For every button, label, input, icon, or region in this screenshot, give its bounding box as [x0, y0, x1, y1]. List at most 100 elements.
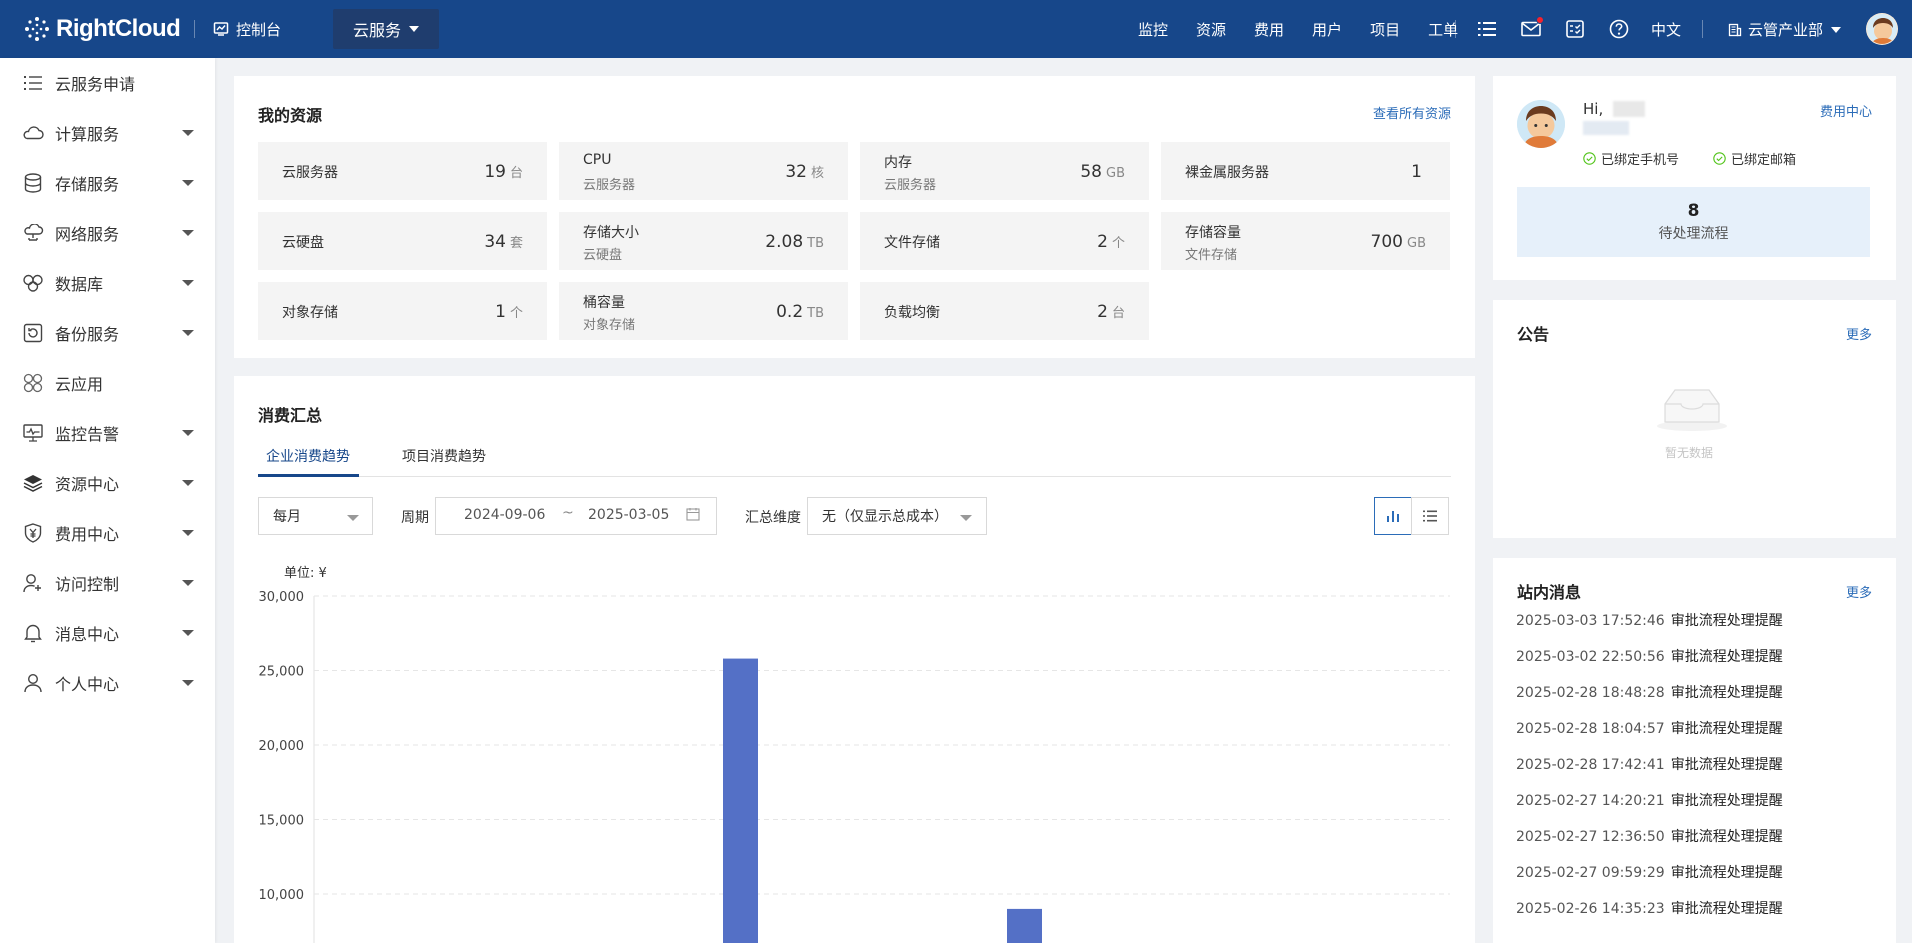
- sidebar-item-network[interactable]: 网络服务: [0, 208, 215, 258]
- greeting: Hi,: [1583, 100, 1604, 118]
- language-switch[interactable]: 中文: [1651, 19, 1681, 40]
- nav-projects[interactable]: 项目: [1370, 19, 1400, 40]
- date-separator: ~: [562, 505, 574, 521]
- resource-card[interactable]: 桶容量 对象存储 0.2 TB: [559, 282, 848, 340]
- empty-text: 暂无数据: [1665, 446, 1714, 460]
- sidebar-item-cloud-apps[interactable]: 云应用: [0, 358, 215, 408]
- card-label: 负载均衡: [884, 305, 940, 321]
- resource-card[interactable]: 云硬盘 34 套: [258, 212, 547, 270]
- nav-monitor[interactable]: 监控: [1138, 19, 1168, 40]
- resource-card[interactable]: CPU 云服务器 32 核: [559, 142, 848, 200]
- chart-bar[interactable]: [723, 658, 758, 943]
- list-view-button[interactable]: [1411, 497, 1449, 535]
- sidebar-item-message-center[interactable]: 消息中心: [0, 608, 215, 658]
- sidebar-item-resource-center[interactable]: 资源中心: [0, 458, 215, 508]
- sidebar-item-backup[interactable]: 备份服务: [0, 308, 215, 358]
- divider: [1702, 20, 1703, 38]
- cloud-service-dropdown[interactable]: 云服务: [333, 9, 440, 49]
- message-item[interactable]: 2025-02-27 14:20:21 审批流程处理提醒: [1516, 790, 1783, 810]
- panel-title: 站内消息: [1517, 583, 1582, 602]
- sidebar-item-monitoring[interactable]: 监控告警: [0, 408, 215, 458]
- date-start[interactable]: 2024-09-06: [464, 507, 545, 523]
- sidebar-item-label: 访问控制: [55, 575, 120, 594]
- message-item[interactable]: 2025-03-02 22:50:56 审批流程处理提醒: [1516, 646, 1783, 666]
- messages-more-link[interactable]: 更多: [1846, 582, 1872, 601]
- nav-resources[interactable]: 资源: [1196, 19, 1226, 40]
- monitor-icon: [22, 422, 44, 444]
- brand-logo[interactable]: RightCloud: [24, 15, 194, 43]
- resource-card[interactable]: 云服务器 19 台: [258, 142, 547, 200]
- user-avatar[interactable]: [1866, 13, 1898, 45]
- help-icon[interactable]: [1608, 18, 1630, 40]
- card-value: 1个: [495, 302, 523, 322]
- sidebar-item-access-control[interactable]: 访问控制: [0, 558, 215, 608]
- message-item[interactable]: 2025-02-26 14:35:23 审批流程处理提醒: [1516, 898, 1783, 918]
- calendar-icon[interactable]: [686, 507, 700, 525]
- chart-unit-label: 单位: ¥: [284, 566, 327, 581]
- resource-card[interactable]: 对象存储 1个: [258, 282, 547, 340]
- message-text: 审批流程处理提醒: [1670, 829, 1783, 845]
- message-item[interactable]: 2025-02-28 18:48:28 审批流程处理提醒: [1516, 682, 1783, 702]
- sidebar-item-label: 消息中心: [55, 625, 120, 644]
- resource-card[interactable]: 存储容量 文件存储 700 GB: [1161, 212, 1450, 270]
- nav-users[interactable]: 用户: [1312, 19, 1342, 40]
- date-end[interactable]: 2025-03-05: [588, 507, 669, 523]
- message-item[interactable]: 2025-03-03 17:52:46 审批流程处理提醒: [1516, 610, 1783, 630]
- resource-card[interactable]: 负载均衡 2台: [860, 282, 1149, 340]
- dimension-select[interactable]: 无（仅显示总成本）: [807, 497, 987, 535]
- profile-avatar[interactable]: [1517, 100, 1565, 148]
- fee-center-link[interactable]: 费用中心: [1820, 101, 1872, 120]
- resource-card[interactable]: 文件存储 2个: [860, 212, 1149, 270]
- bar-chart-view-button[interactable]: [1374, 497, 1412, 535]
- mail-icon[interactable]: [1520, 16, 1544, 40]
- resource-card[interactable]: 内存 云服务器 58 GB: [860, 142, 1149, 200]
- phone-bound-status: 已绑定手机号: [1583, 149, 1679, 168]
- date-range-picker[interactable]: 2024-09-06 ~ 2025-03-05: [435, 497, 717, 535]
- caret-down-icon: [182, 180, 194, 186]
- caret-down-icon: [182, 680, 194, 686]
- message-time: 2025-02-28 18:48:28: [1516, 685, 1665, 701]
- sidebar-item-compute[interactable]: 计算服务: [0, 108, 215, 158]
- resource-card[interactable]: 裸金属服务器 1: [1161, 142, 1450, 200]
- message-text: 审批流程处理提醒: [1670, 721, 1783, 737]
- y-tick-label: 15,000: [259, 814, 305, 829]
- panel-title: 公告: [1517, 325, 1550, 344]
- console-link[interactable]: 控制台: [213, 19, 281, 40]
- org-dropdown[interactable]: 云管产业部: [1728, 19, 1842, 40]
- period-select[interactable]: 每月: [258, 497, 373, 535]
- message-item[interactable]: 2025-02-28 18:04:57 审批流程处理提醒: [1516, 718, 1783, 738]
- sidebar-item-personal-center[interactable]: 个人中心: [0, 658, 215, 708]
- approval-icon[interactable]: [1564, 18, 1586, 40]
- card-number: 2: [1097, 302, 1108, 322]
- sidebar-item-storage[interactable]: 存储服务: [0, 158, 215, 208]
- tab-enterprise-trend[interactable]: 企业消费趋势: [266, 446, 350, 466]
- task-list-icon[interactable]: [1476, 18, 1498, 40]
- message-item[interactable]: 2025-02-27 09:59:29 审批流程处理提醒: [1516, 862, 1783, 882]
- card-label: 云硬盘: [282, 235, 324, 251]
- sidebar-item-database[interactable]: 数据库: [0, 258, 215, 308]
- tab-project-trend[interactable]: 项目消费趋势: [402, 446, 486, 466]
- pending-count: 8: [1687, 201, 1700, 221]
- tab-divider: [258, 476, 1451, 477]
- rightcloud-logo-icon: [25, 17, 49, 41]
- view-all-resources-link[interactable]: 查看所有资源: [1373, 103, 1451, 122]
- bell-icon: [22, 622, 44, 644]
- notice-more-link[interactable]: 更多: [1846, 324, 1872, 343]
- message-item[interactable]: 2025-02-27 12:36:50 审批流程处理提醒: [1516, 826, 1783, 846]
- sidebar-item-label: 备份服务: [55, 325, 120, 344]
- nav-tickets[interactable]: 工单: [1428, 19, 1458, 40]
- pending-process-box[interactable]: 8 待处理流程: [1517, 187, 1870, 257]
- nav-cost[interactable]: 费用: [1254, 19, 1284, 40]
- sidebar-item-cost-center[interactable]: 费用中心: [0, 508, 215, 558]
- chart-bar[interactable]: [1007, 908, 1042, 943]
- resource-card[interactable]: 存储大小 云硬盘 2.08 TB: [559, 212, 848, 270]
- message-text: 审批流程处理提醒: [1670, 865, 1783, 881]
- message-time: 2025-02-28 18:04:57: [1516, 721, 1665, 737]
- sidebar-item-label: 资源中心: [55, 475, 120, 494]
- message-item[interactable]: 2025-02-28 17:42:41 审批流程处理提醒: [1516, 754, 1783, 774]
- card-unit: 套: [509, 236, 523, 251]
- blurred-account: [1583, 121, 1629, 135]
- sidebar-item-label: 计算服务: [55, 125, 120, 144]
- caret-down-icon: [182, 330, 194, 336]
- sidebar-item-cloud-apply[interactable]: 云服务申请: [0, 58, 215, 108]
